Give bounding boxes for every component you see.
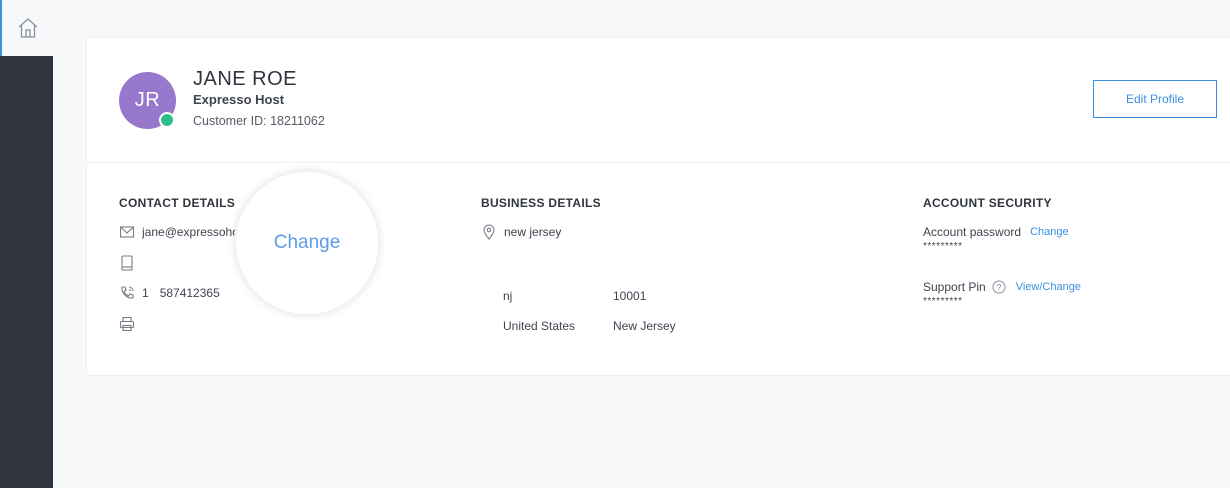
business-location: new jersey	[504, 225, 562, 239]
mobile-phone-icon	[121, 255, 133, 271]
profile-card: JR JANE ROE Expresso Host Customer ID: 1…	[86, 37, 1230, 376]
customer-name: JANE ROE	[193, 68, 298, 90]
customer-id: Customer ID: 18211062	[193, 114, 325, 128]
company-name: Expresso Host	[193, 92, 285, 107]
sidebar	[0, 0, 53, 488]
svg-text:?: ?	[996, 283, 1001, 293]
contact-details-title: CONTACT DETAILS	[119, 196, 236, 210]
edit-profile-button[interactable]: Edit Profile	[1093, 80, 1217, 118]
location-row: new jersey	[481, 224, 561, 240]
phone-number: 587412365	[159, 286, 220, 300]
fax-row	[119, 316, 142, 332]
account-security-title: ACCOUNT SECURITY	[923, 196, 1052, 210]
state-name: New Jersey	[613, 319, 676, 333]
country: United States	[503, 319, 576, 333]
state-code: nj	[503, 289, 513, 303]
avatar-initials: JR	[134, 89, 161, 111]
zip-code: 10001	[613, 289, 647, 303]
phone-icon	[121, 286, 134, 299]
password-row: Account password Change	[923, 225, 1069, 239]
help-icon[interactable]: ?	[992, 280, 1006, 294]
email-value[interactable]: jane@expressohost.com	[142, 225, 246, 239]
online-status-dot	[159, 112, 175, 128]
phone-row: 1 587412365	[119, 285, 220, 301]
business-details-title: BUSINESS DETAILS	[481, 196, 601, 210]
location-pin-icon	[483, 224, 495, 240]
home-icon	[18, 18, 37, 38]
view-change-pin-link[interactable]: View/Change	[1016, 281, 1081, 293]
mail-icon	[119, 226, 135, 238]
support-pin-row: Support Pin ? View/Change	[923, 280, 1081, 294]
home-nav-button[interactable]	[0, 0, 53, 56]
pin-mask: *********	[923, 296, 963, 307]
printer-icon	[119, 316, 135, 332]
profile-header: JR JANE ROE Expresso Host Customer ID: 1…	[87, 38, 1230, 163]
change-password-link[interactable]: Change	[1030, 226, 1069, 238]
mobile-row	[119, 255, 142, 271]
email-row: jane@expressohost.com	[119, 224, 246, 240]
password-mask: *********	[923, 241, 963, 252]
change-link-magnified[interactable]: Change	[274, 232, 341, 254]
support-pin-label: Support Pin	[923, 280, 986, 294]
account-password-label: Account password	[923, 225, 1022, 239]
phone-country-code: 1	[142, 286, 149, 300]
change-magnifier: Change	[236, 172, 378, 314]
